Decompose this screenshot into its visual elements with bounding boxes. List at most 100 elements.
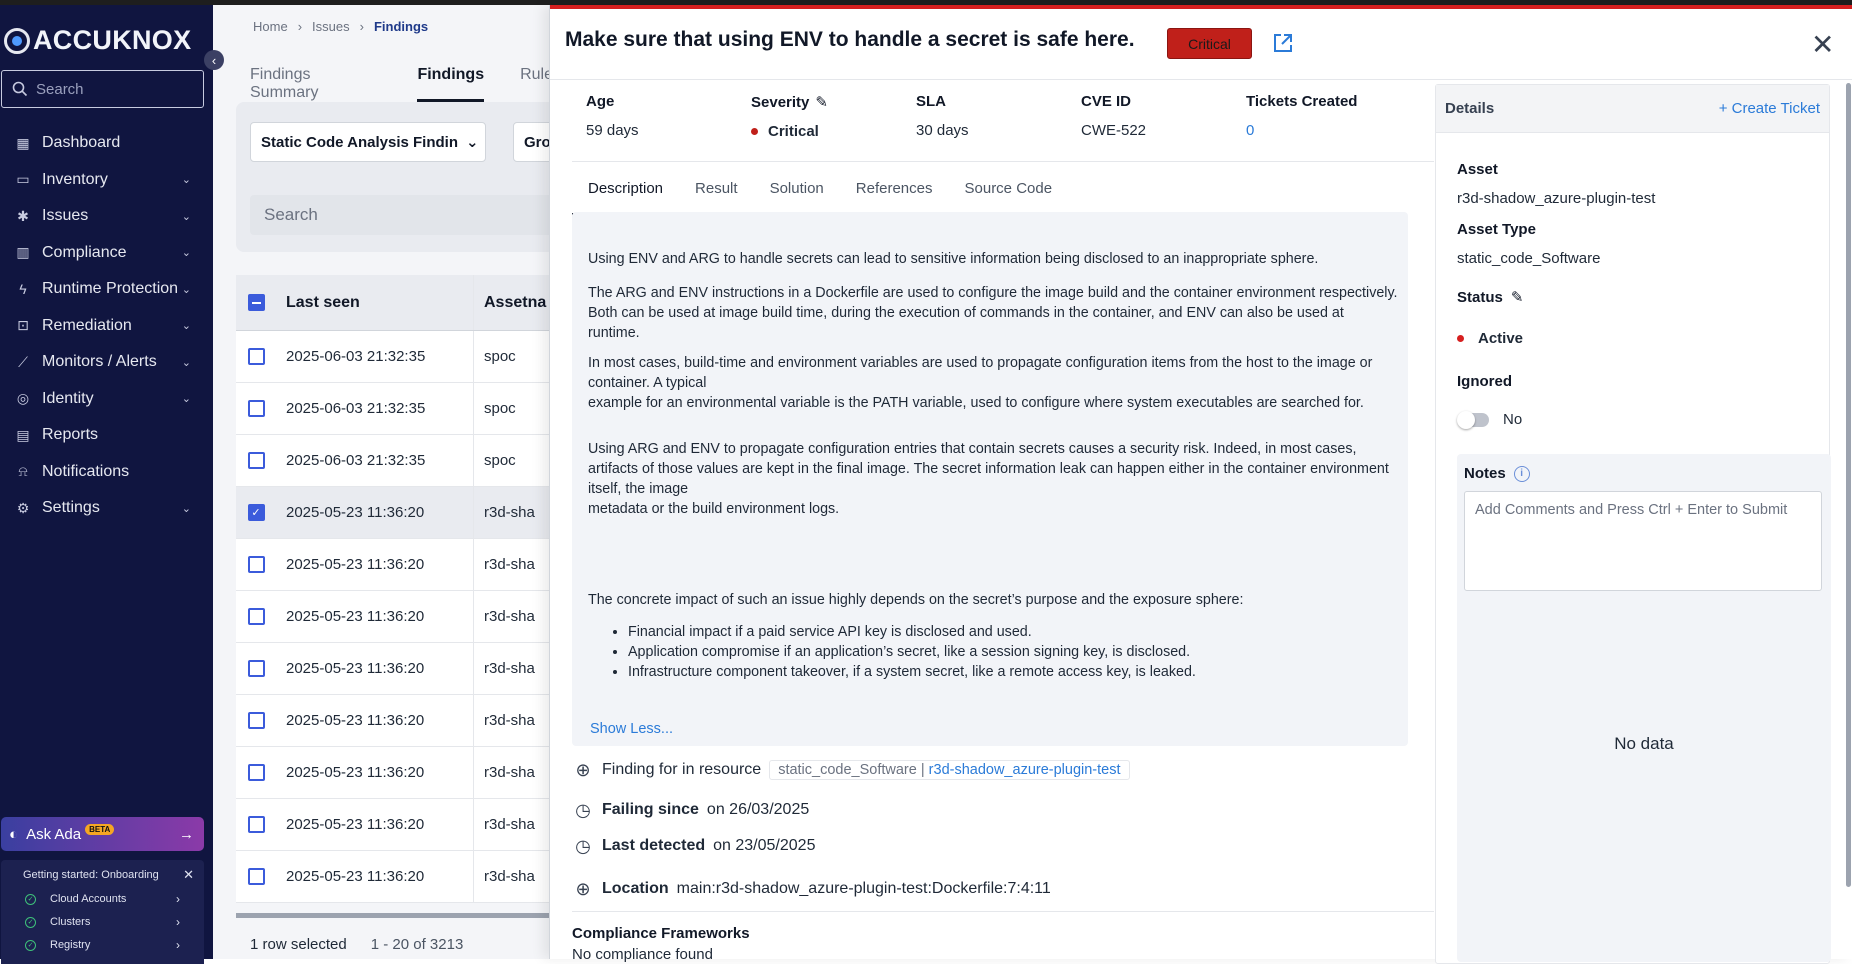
logo-mark-icon xyxy=(4,27,30,54)
status-value: Active xyxy=(1478,330,1524,347)
onboarding-item-registry[interactable]: ✓ Registry › xyxy=(25,938,180,952)
tab-findings[interactable]: Findings xyxy=(417,66,485,102)
row-checkbox[interactable] xyxy=(247,348,265,365)
open-external-icon[interactable] xyxy=(1272,32,1296,56)
tab-result[interactable]: Result xyxy=(679,170,754,215)
sidebar-item-dashboard[interactable]: ▦ Dashboard xyxy=(0,125,205,162)
notes-input[interactable] xyxy=(1464,491,1822,591)
edit-severity-icon[interactable]: ✎ xyxy=(815,93,828,111)
breadcrumb: Home › Issues › Findings xyxy=(253,19,428,34)
resource-name-link[interactable]: r3d-shadow_azure-plugin-test xyxy=(929,762,1121,778)
compliance-frameworks-label: Compliance Frameworks xyxy=(572,925,750,942)
asset-cell: r3d-sha xyxy=(484,608,535,625)
tab-references[interactable]: References xyxy=(840,170,949,215)
onboarding-panel: Getting started: Onboarding ✕ ✓ Cloud Acc… xyxy=(1,860,204,964)
row-checkbox[interactable] xyxy=(247,660,265,677)
sidebar-item-compliance[interactable]: ▥ Compliance ⌄ xyxy=(0,235,205,272)
table-row[interactable]: 2025-06-03 21:32:35 spoc xyxy=(236,383,556,435)
tickets-count-link[interactable]: 0 xyxy=(1246,122,1411,139)
row-checkbox[interactable] xyxy=(247,816,265,833)
select-all-checkbox[interactable] xyxy=(247,294,265,311)
tab-source-code[interactable]: Source Code xyxy=(949,170,1069,215)
row-checkbox[interactable] xyxy=(247,764,265,781)
globe-icon: ⊕ xyxy=(575,878,591,899)
status-value-group: Active xyxy=(1457,330,1523,347)
sidebar-item-label: Notifications xyxy=(42,462,130,480)
column-assetname[interactable]: Assetna xyxy=(474,294,546,312)
row-checkbox[interactable] xyxy=(247,868,265,885)
close-icon[interactable]: ✕ xyxy=(183,867,194,883)
location-row: ⊕ Location main:r3d-shadow_azure-plugin-… xyxy=(572,878,1050,900)
asset-cell: r3d-sha xyxy=(484,816,535,833)
table-row[interactable]: 2025-05-23 11:36:20 r3d-sha xyxy=(236,799,556,851)
sidebar-item-issues[interactable]: ✱ Issues ⌄ xyxy=(0,198,205,235)
column-last-seen[interactable]: Last seen xyxy=(276,275,474,330)
table-row[interactable]: 2025-05-23 11:36:20 r3d-sha xyxy=(236,591,556,643)
chevron-down-icon: ⌄ xyxy=(181,356,191,369)
arrow-right-icon: → xyxy=(179,825,194,843)
accuknox-logo[interactable]: ACCUKNOX xyxy=(4,25,191,56)
table-row[interactable]: 2025-05-23 11:36:20 r3d-sha xyxy=(236,643,556,695)
row-checkbox[interactable] xyxy=(247,712,265,729)
beta-badge: BETA xyxy=(85,823,115,835)
notes-label: Notes xyxy=(1464,465,1506,482)
tickets-label: Tickets Created xyxy=(1246,93,1358,110)
sidebar-item-label: Compliance xyxy=(42,243,127,261)
ignored-toggle[interactable] xyxy=(1457,410,1489,429)
breadcrumb-home[interactable]: Home xyxy=(253,19,288,34)
sidebar-item-reports[interactable]: ▤ Reports xyxy=(0,417,205,454)
findings-search-input[interactable]: Search xyxy=(250,195,570,235)
table-row[interactable]: 2025-05-23 11:36:20 r3d-sha xyxy=(236,695,556,747)
details-panel: Details + Create Ticket Asset r3d-shadow… xyxy=(1435,84,1831,964)
sidebar-item-identity[interactable]: ◎ Identity ⌄ xyxy=(0,381,205,418)
table-horizontal-scrollbar[interactable] xyxy=(236,913,556,918)
description-text: metadata or the build environment logs. xyxy=(588,501,840,517)
sidebar-item-label: Remediation xyxy=(42,316,132,334)
ask-ada-button[interactable]: ◐ Ask Ada BETA → xyxy=(1,817,204,851)
chevron-down-icon: ⌄ xyxy=(181,283,191,296)
sidebar-item-runtime-protection[interactable]: ϟ Runtime Protection ⌄ xyxy=(0,271,205,308)
sidebar-item-monitors-alerts[interactable]: ⟋ Monitors / Alerts ⌄ xyxy=(0,344,205,381)
breadcrumb-findings: Findings xyxy=(373,19,429,34)
findings-type-select[interactable]: Static Code Analysis Findin ⌄ xyxy=(250,122,486,162)
close-drawer-button[interactable]: ✕ xyxy=(1811,31,1834,59)
show-less-link[interactable]: Show Less... xyxy=(590,719,673,739)
onboarding-item-cloud-accounts[interactable]: ✓ Cloud Accounts › xyxy=(25,892,180,906)
status-dot xyxy=(1457,335,1464,342)
collapse-sidebar-button[interactable]: ‹ xyxy=(204,50,224,70)
sidebar-item-inventory[interactable]: ▭ Inventory ⌄ xyxy=(0,162,205,199)
row-checkbox[interactable] xyxy=(247,452,265,469)
row-checkbox[interactable] xyxy=(247,608,265,625)
table-row[interactable]: 2025-06-03 21:32:35 spoc xyxy=(236,331,556,383)
sidebar-item-notifications[interactable]: ⍾ Notifications xyxy=(0,454,205,491)
table-row[interactable]: ✓ 2025-05-23 11:36:20 r3d-sha xyxy=(236,487,556,539)
row-checkbox[interactable] xyxy=(247,556,265,573)
edit-status-icon[interactable]: ✎ xyxy=(1511,288,1524,306)
create-ticket-button[interactable]: + Create Ticket xyxy=(1719,100,1820,117)
info-icon[interactable]: i xyxy=(1513,465,1530,482)
table-row[interactable]: 2025-05-23 11:36:20 r3d-sha xyxy=(236,539,556,591)
last-seen-cell: 2025-06-03 21:32:35 xyxy=(276,435,474,486)
sidebar-item-label: Monitors / Alerts xyxy=(42,353,157,371)
last-seen-cell: 2025-05-23 11:36:20 xyxy=(276,799,474,850)
tab-findings-summary[interactable]: Findings Summary xyxy=(250,66,381,102)
row-checkbox[interactable]: ✓ xyxy=(247,504,265,521)
table-row[interactable]: 2025-05-23 11:36:20 r3d-sha xyxy=(236,851,556,903)
sidebar-search[interactable]: Search xyxy=(1,70,204,108)
table-row[interactable]: 2025-05-23 11:36:20 r3d-sha xyxy=(236,747,556,799)
sidebar-item-settings[interactable]: ⚙ Settings ⌄ xyxy=(0,490,205,527)
chevron-left-icon: ‹ xyxy=(211,52,217,68)
inventory-icon: ▭ xyxy=(16,171,30,188)
drawer-vertical-scrollbar[interactable] xyxy=(1846,83,1851,887)
tab-description[interactable]: Description xyxy=(572,170,680,215)
breadcrumb-issues[interactable]: Issues xyxy=(312,19,350,34)
sidebar-item-label: Inventory xyxy=(42,170,108,188)
description-paragraph: In most cases, build-time and environmen… xyxy=(588,353,1398,413)
row-checkbox[interactable] xyxy=(247,400,265,417)
asset-label: Asset xyxy=(1457,161,1498,178)
sidebar-item-remediation[interactable]: ⊡ Remediation ⌄ xyxy=(0,308,205,345)
table-row[interactable]: 2025-06-03 21:32:35 spoc xyxy=(236,435,556,487)
onboarding-item-clusters[interactable]: ✓ Clusters › xyxy=(25,915,180,929)
report-icon: ▤ xyxy=(16,426,30,443)
tab-solution[interactable]: Solution xyxy=(754,170,840,215)
